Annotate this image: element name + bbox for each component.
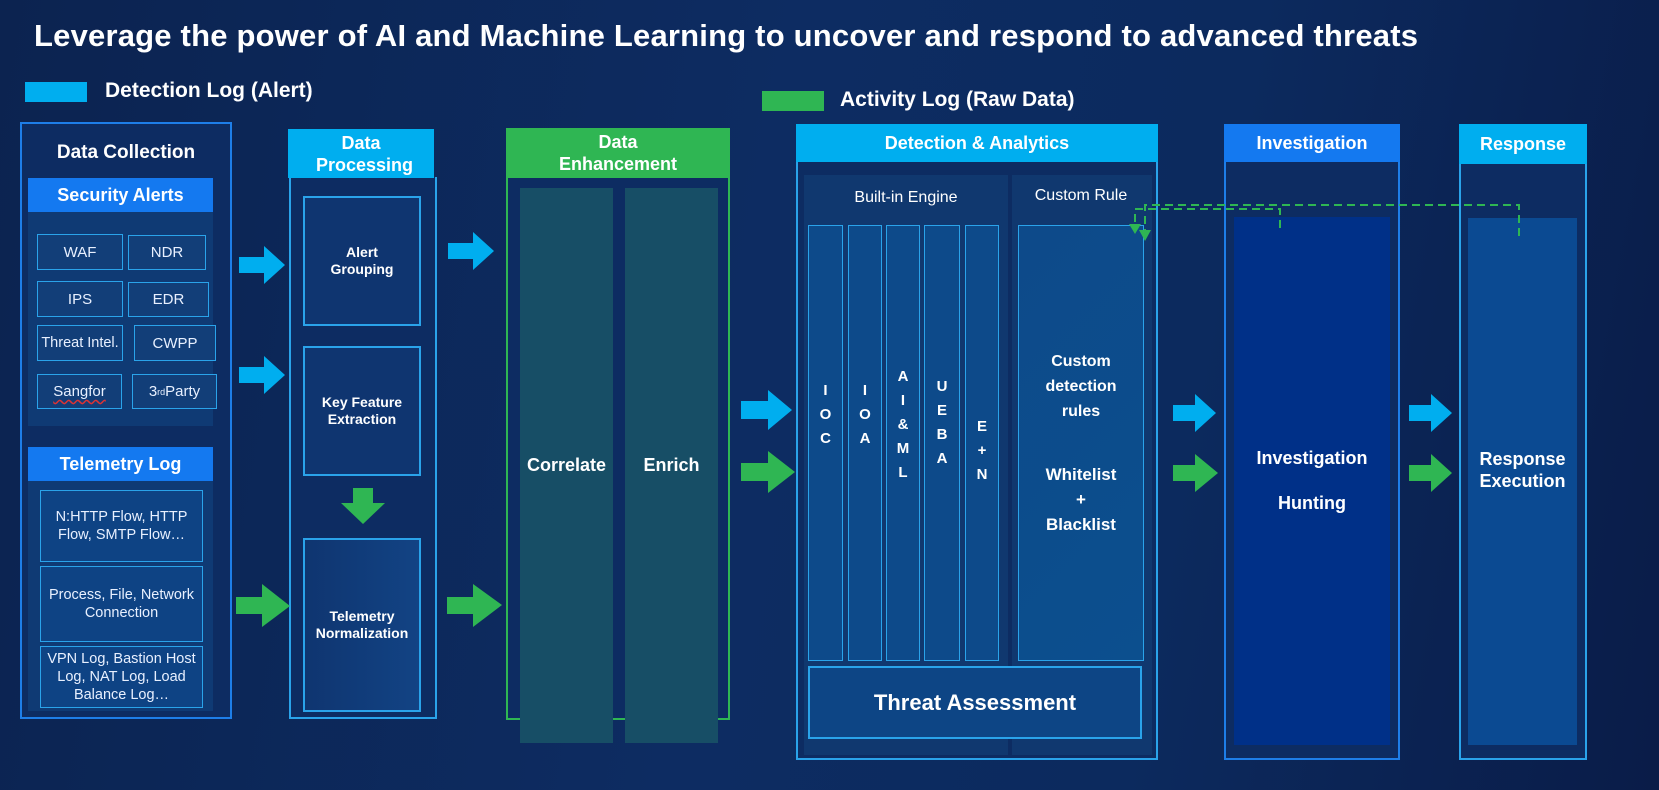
blue-arrow-icon xyxy=(1409,394,1452,432)
blue-arrow-icon xyxy=(741,390,792,430)
green-arrow-icon xyxy=(741,451,795,493)
green-down-arrow-icon xyxy=(341,488,385,524)
dashed-arrowhead-icon xyxy=(1139,230,1151,241)
green-arrow-icon xyxy=(1173,454,1218,492)
blue-arrow-icon xyxy=(239,246,285,284)
blue-arrow-icon xyxy=(239,356,285,394)
green-arrow-icon xyxy=(1409,454,1452,492)
dashed-arrowhead-icon xyxy=(1129,224,1141,234)
green-arrow-icon xyxy=(236,584,290,627)
blue-arrow-icon xyxy=(1173,394,1216,432)
green-arrow-icon xyxy=(447,584,502,627)
blue-arrow-icon xyxy=(448,232,494,270)
flow-arrows-layer xyxy=(236,204,1520,627)
feedback-line-investigation xyxy=(1134,208,1281,228)
